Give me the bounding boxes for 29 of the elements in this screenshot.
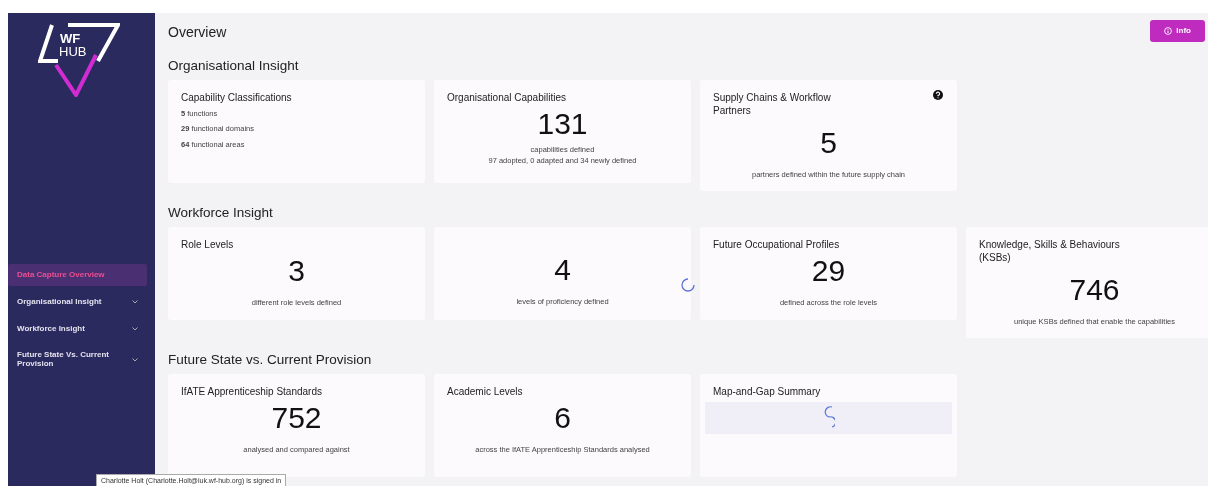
help-icon[interactable] [933, 90, 943, 101]
stat-value: 29 [810, 255, 847, 287]
page-title: Overview [168, 24, 227, 41]
card-title: Capability Classifications [181, 91, 293, 105]
info-button[interactable]: Info [1150, 20, 1205, 42]
stat-value: 3 [287, 255, 306, 287]
logo: WF HUB [38, 21, 120, 97]
stat-value: 6 [553, 402, 572, 434]
stat-value: 752 [270, 402, 323, 434]
stat-value: 5 [819, 127, 838, 159]
info-icon [1164, 27, 1173, 35]
card-title: Supply Chains & Workflow Partners [713, 91, 832, 118]
section-heading: Future State vs. Current Provision [168, 351, 373, 369]
spinner-icon [681, 278, 695, 292]
section-heading: Workforce Insight [168, 204, 274, 222]
sidebar-item[interactable]: Organisational Insight [8, 291, 147, 313]
card-title: Map-and-Gap Summary [713, 385, 822, 399]
stat-value: 4 [553, 254, 572, 286]
card-title: Organisational Capabilities [447, 91, 567, 105]
stat-value: 746 [1068, 274, 1121, 306]
stat-value: 131 [536, 108, 589, 140]
sidebar-item[interactable]: Workforce Insight [8, 318, 147, 340]
card-title: IfATE Apprenticeship Standards [181, 385, 323, 399]
card-title: Academic Levels [447, 385, 524, 399]
section-heading: Organisational Insight [168, 58, 300, 75]
card-title: Knowledge, Skills & Behaviours (KSBs) [979, 238, 1121, 265]
sidebar-item[interactable]: Future State Vs. Current Provision [8, 345, 147, 375]
card-title: Future Occupational Profiles [713, 238, 841, 252]
card-title: Role Levels [181, 238, 235, 252]
